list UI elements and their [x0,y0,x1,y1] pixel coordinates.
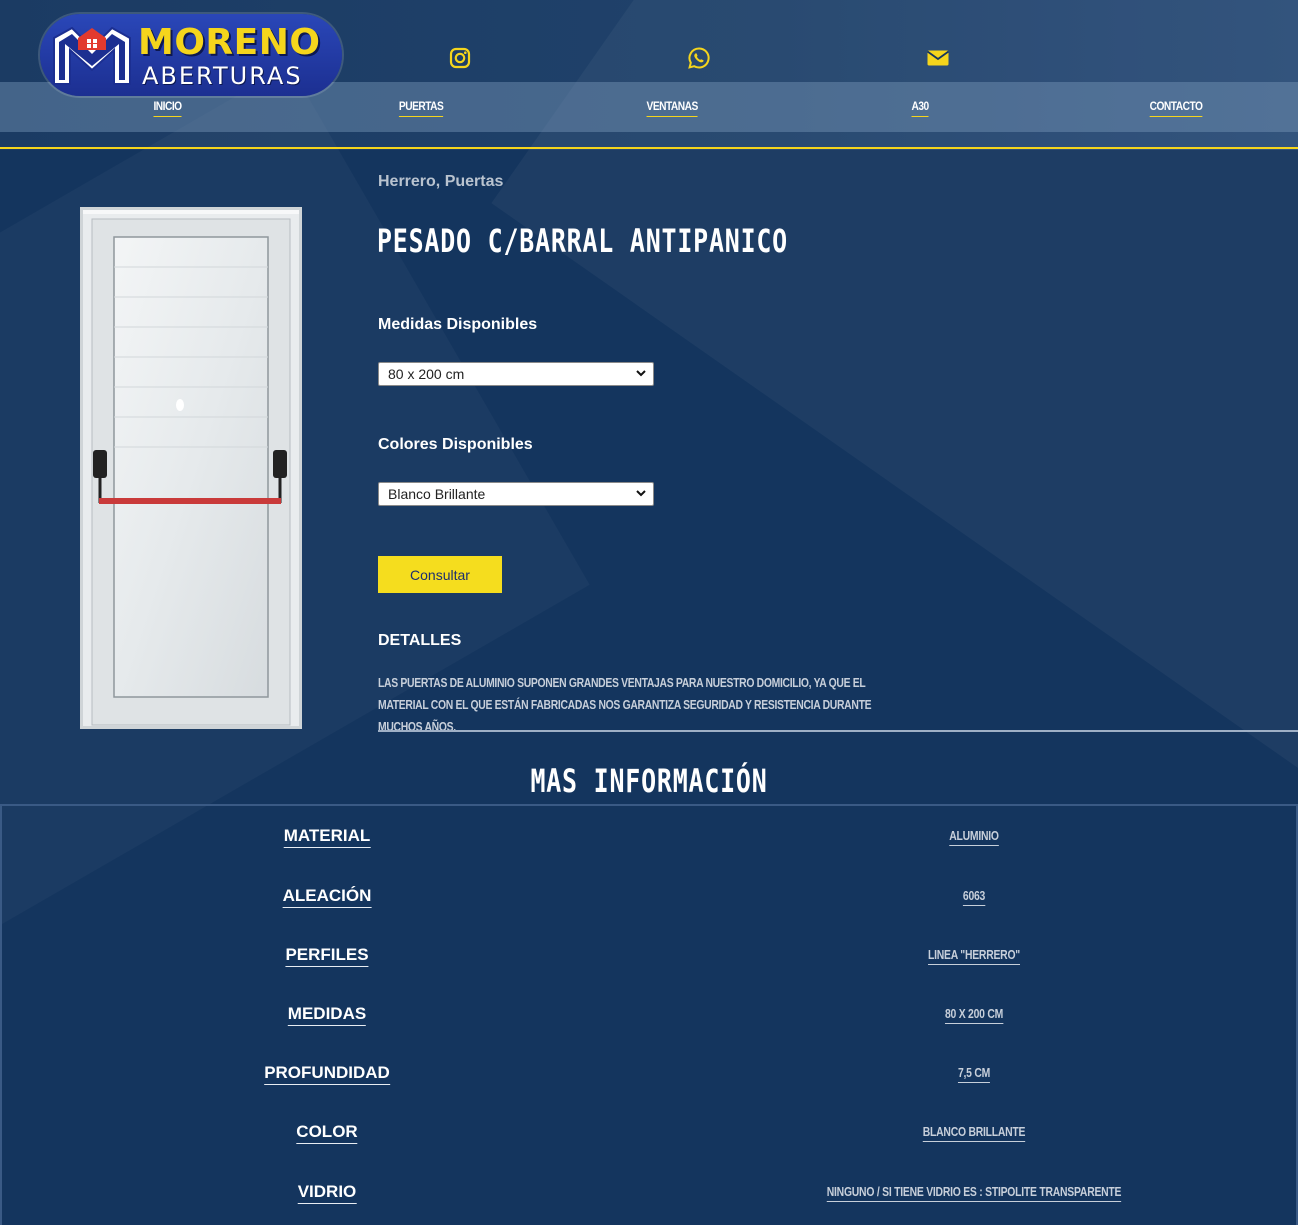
info-row: VIDRIO NINGUNO / SI TIENE VIDRIO ES : ST… [2,1182,1298,1212]
info-row: ALEACIÓN 6063 [2,886,1298,916]
info-value: 80 X 200 CM [944,1006,1003,1024]
more-info-title: MAS INFORMACIÓN [530,762,768,800]
info-value: 6063 [962,888,985,906]
product-categories[interactable]: Herrero, Puertas [378,173,503,191]
nav-item-puertas[interactable]: PUERTAS [398,99,444,117]
info-value: BLANCO BRILLANTE [922,1124,1025,1142]
info-row: MEDIDAS 80 X 200 CM [2,1004,1298,1034]
colors-select-value: Blanco Brillante [388,486,486,502]
consult-button[interactable]: Consultar [378,556,502,593]
info-key: ALEACIÓN [282,886,372,908]
site-header: INICIO PUERTAS VENTANAS A30 CONTACTO MOR… [0,0,1298,150]
info-row: COLOR BLANCO BRILLANTE [2,1122,1298,1152]
info-value: LINEA "HERRERO" [928,947,1020,965]
more-info-table: MATERIAL ALUMINIO ALEACIÓN 6063 PERFILES… [0,804,1298,1225]
chevron-down-icon [636,370,646,377]
info-key: MEDIDAS [287,1004,367,1026]
envelope-icon[interactable] [926,46,950,70]
more-info-title-wrap: MAS INFORMACIÓN [0,762,1298,800]
info-key: PERFILES [285,945,369,967]
nav-item-a30[interactable]: A30 [911,99,929,117]
info-value: NINGUNO / SI TIENE VIDRIO ES : STIPOLITE… [826,1184,1121,1202]
colors-label: Colores Disponibles [378,436,533,453]
logo-mark-icon [53,26,131,85]
info-row: PROFUNDIDAD 7,5 CM [2,1063,1298,1093]
info-key: PROFUNDIDAD [264,1063,390,1085]
details-title: DETALLES [378,632,462,649]
nav-item-inicio[interactable]: INICIO [153,99,182,117]
info-key: COLOR [296,1122,358,1144]
nav-item-ventanas[interactable]: VENTANAS [646,99,698,117]
instagram-icon[interactable] [448,46,472,70]
nav-item-contacto[interactable]: CONTACTO [1149,99,1203,117]
chevron-down-icon [636,490,646,497]
header-divider [0,147,1298,149]
section-divider [378,730,1298,732]
product-title: PESADO C/BARRAL ANTIPANICO [377,222,788,260]
sizes-label: Medidas Disponibles [378,316,538,333]
info-row: PERFILES LINEA "HERRERO" [2,945,1298,975]
logo-text-moreno: MORENO [138,22,321,63]
sizes-select[interactable]: 80 x 200 cm [378,362,654,386]
sizes-select-value: 80 x 200 cm [388,366,465,382]
whatsapp-icon[interactable] [687,46,711,70]
details-text: Las puertas de aluminio suponen grandes … [378,675,872,734]
logo[interactable]: MORENO ABERTURAS [40,14,342,96]
info-value: 7,5 CM [957,1065,990,1083]
info-key: VIDRIO [297,1182,357,1204]
product-image[interactable] [80,207,302,729]
logo-text-aberturas: ABERTURAS [142,62,303,90]
info-key: MATERIAL [283,826,371,848]
colors-select[interactable]: Blanco Brillante [378,482,654,506]
info-value: ALUMINIO [949,828,999,846]
info-row: MATERIAL ALUMINIO [2,826,1298,856]
